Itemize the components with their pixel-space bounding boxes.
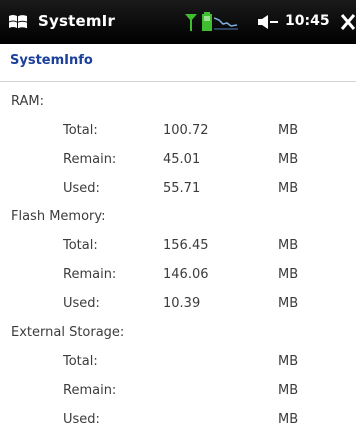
external-used-label: Used: [63, 412, 100, 427]
page-header: SystemInfo [0, 44, 356, 82]
flash-total-value: 156.45 [163, 238, 209, 253]
ram-used-value: 55.71 [163, 181, 201, 196]
external-total-unit: MB [278, 354, 299, 369]
external-remain-unit: MB [278, 383, 299, 398]
section-label-ram: RAM: [11, 94, 44, 109]
flash-total-unit: MB [278, 238, 299, 253]
volume-icon[interactable] [258, 14, 278, 30]
flash-used-unit: MB [278, 296, 299, 311]
ram-remain-value: 45.01 [163, 152, 201, 167]
section-label-external: External Storage: [11, 325, 125, 340]
flash-remain-label: Remain: [63, 267, 117, 282]
close-icon[interactable] [340, 13, 356, 31]
ram-used-unit: MB [278, 181, 299, 196]
ram-remain-label: Remain: [63, 152, 117, 167]
ram-total-label: Total: [63, 123, 98, 138]
flash-used-label: Used: [63, 296, 100, 311]
flash-remain-value: 146.06 [163, 267, 209, 282]
clock[interactable]: 10:45 [285, 13, 330, 29]
graph-icon [213, 14, 238, 30]
external-used-unit: MB [278, 412, 299, 427]
ram-remain-unit: MB [278, 152, 299, 167]
windows-start-icon[interactable] [8, 13, 28, 31]
app-title: SystemIr [38, 12, 116, 30]
title-bar: SystemIr 10:45 [0, 0, 356, 44]
signal-icon [184, 12, 198, 32]
battery-icon [201, 12, 213, 32]
flash-remain-unit: MB [278, 267, 299, 282]
ram-total-unit: MB [278, 123, 299, 138]
page-title: SystemInfo [10, 53, 93, 68]
ram-used-label: Used: [63, 181, 100, 196]
section-label-flash: Flash Memory: [11, 209, 106, 224]
flash-used-value: 10.39 [163, 296, 201, 311]
flash-total-label: Total: [63, 238, 98, 253]
external-total-label: Total: [63, 354, 98, 369]
ram-total-value: 100.72 [163, 123, 209, 138]
external-remain-label: Remain: [63, 383, 117, 398]
